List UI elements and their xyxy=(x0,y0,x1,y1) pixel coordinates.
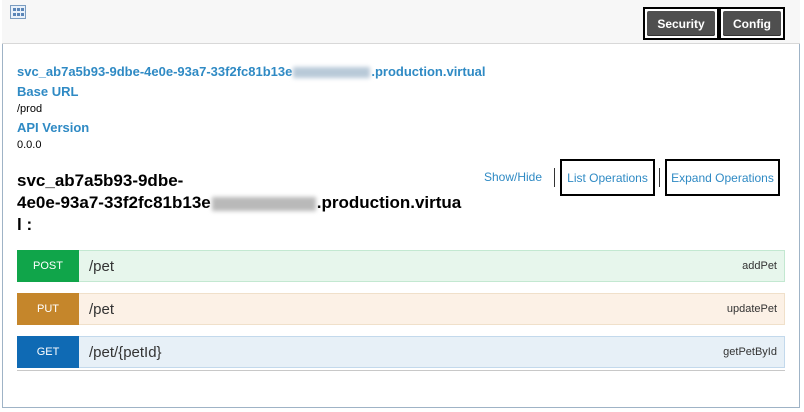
base-url-value: /prod xyxy=(17,103,43,115)
resource-title-line2-prefix: 4e0e-93a7-33f2fc81b13e xyxy=(17,193,211,212)
base-url-label: Base URL xyxy=(17,84,79,99)
list-operations-label: List Operations xyxy=(567,170,648,185)
resource-title-line3: l : xyxy=(17,215,33,234)
app-grid-icon xyxy=(10,5,26,19)
operation-path: /pet xyxy=(89,300,115,318)
api-version-value: 0.0.0 xyxy=(17,139,42,151)
operation-row-put-pet[interactable]: PUT /pet updatePet xyxy=(17,293,785,325)
operation-id: updatePet xyxy=(726,303,777,315)
operations-footer-divider xyxy=(17,370,785,371)
host-suffix: .production.virtual xyxy=(371,64,486,79)
redacted-title-segment xyxy=(211,196,316,211)
list-operations-link[interactable]: List Operations xyxy=(560,159,655,196)
resource-title-line1: svc_ab7a5b93-9dbe- xyxy=(17,171,184,190)
security-button-label: Security xyxy=(647,11,715,36)
api-version-label: API Version xyxy=(17,120,90,135)
method-badge-get: GET xyxy=(17,336,79,368)
link-divider xyxy=(554,168,555,187)
expand-operations-label: Expand Operations xyxy=(671,170,774,185)
operation-path: /pet xyxy=(89,257,115,275)
resource-title-line2-suffix: .production.virtua xyxy=(316,193,462,212)
operation-path: /pet/{petId} xyxy=(89,343,162,361)
operation-id: getPetById xyxy=(723,346,777,358)
security-button[interactable]: Security xyxy=(643,7,719,40)
resource-title[interactable]: svc_ab7a5b93-9dbe- 4e0e-93a7-33f2fc81b13… xyxy=(17,170,487,236)
redacted-host-segment xyxy=(293,67,371,79)
expand-operations-link[interactable]: Expand Operations xyxy=(665,159,780,196)
method-badge-put: PUT xyxy=(17,293,79,325)
show-hide-link[interactable]: Show/Hide xyxy=(484,170,542,184)
host-link[interactable]: svc_ab7a5b93-9dbe-4e0e-93a7-33f2fc81b13e… xyxy=(17,64,485,79)
config-button-label: Config xyxy=(723,11,781,36)
link-divider xyxy=(659,168,660,187)
config-button[interactable]: Config xyxy=(719,7,785,40)
operation-id: addPet xyxy=(742,260,777,272)
method-badge-post: POST xyxy=(17,250,79,282)
operation-row-get-pet-by-id[interactable]: GET /pet/{petId} getPetById xyxy=(17,336,785,368)
host-prefix: svc_ab7a5b93-9dbe-4e0e-93a7-33f2fc81b13e xyxy=(17,64,293,79)
operation-row-post-pet[interactable]: POST /pet addPet xyxy=(17,250,785,282)
top-bar: Security Config xyxy=(2,0,800,44)
